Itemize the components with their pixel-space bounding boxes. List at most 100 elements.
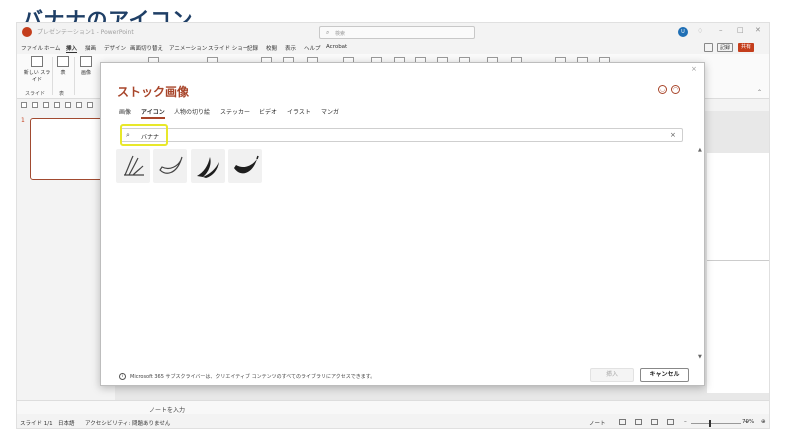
toolbar-icon[interactable] [65, 102, 71, 108]
info-icon: i [119, 373, 126, 380]
menu-help[interactable]: ヘルプ [304, 44, 321, 52]
slide-counter: スライド 1/1 [20, 421, 53, 427]
clear-search-icon[interactable]: × [670, 131, 676, 139]
notes-toggle[interactable]: ノート [589, 419, 606, 427]
zoom-slider-handle[interactable] [709, 420, 711, 427]
search-input[interactable]: ⌕ 検索 [319, 26, 475, 39]
tab-stickers[interactable]: ステッカー [220, 107, 250, 116]
lightbulb-icon[interactable]: ♢ [697, 27, 703, 35]
selected-tab-indicator [141, 117, 165, 119]
image-icon [80, 56, 92, 67]
toolbar-icon[interactable] [43, 102, 49, 108]
result-banana-outline-1[interactable] [116, 149, 150, 183]
smile-feedback-icon[interactable]: ◡ [658, 85, 667, 94]
table-label: 表 [60, 70, 66, 76]
scroll-up-arrow-icon[interactable]: ▲ [698, 147, 702, 153]
avatar[interactable]: U [678, 27, 688, 37]
new-slide-label: 新しい スライド [23, 70, 51, 83]
tab-illustrations[interactable]: イラスト [287, 107, 311, 116]
tab-manga[interactable]: マンガ [321, 107, 339, 116]
table-icon [57, 56, 69, 67]
toolbar-icon[interactable] [21, 102, 27, 108]
new-slide-icon [31, 56, 43, 67]
banana-outline-icon [124, 155, 144, 176]
ribbon-group-table: 表 [59, 91, 65, 97]
frown-feedback-icon[interactable]: ◠ [671, 85, 680, 94]
zoom-out-button[interactable]: – [684, 419, 687, 425]
menu-acrobat[interactable]: Acrobat [326, 44, 347, 50]
toolbar-icon[interactable] [32, 102, 38, 108]
share-button[interactable]: 共有 [738, 43, 755, 52]
image-button[interactable]: 画像 [77, 56, 95, 76]
slide-canvas[interactable] [707, 153, 769, 393]
slide-guide-line [707, 260, 769, 261]
banana-bunch-filled-icon [197, 157, 219, 178]
search-placeholder: 検索 [335, 31, 346, 37]
result-banana-filled[interactable] [228, 149, 262, 183]
slideshow-view-icon[interactable] [667, 419, 674, 425]
menu-transitions[interactable]: 画面切り替え [130, 44, 163, 52]
scroll-down-arrow-icon[interactable]: ▼ [698, 354, 702, 360]
title-bar: プレゼンテーション1 - PowerPoint ⌕ 検索 U ♢ – □ ✕ [17, 23, 769, 41]
menu-record[interactable]: 記録 [247, 44, 258, 52]
slide-sorter-icon[interactable] [635, 419, 642, 425]
maximize-button[interactable]: □ [737, 26, 744, 34]
zoom-level[interactable]: 79% [742, 419, 754, 425]
cancel-button[interactable]: キャンセル [640, 368, 689, 382]
notes-pane[interactable]: ノートを入力 [17, 400, 769, 414]
slide-number: 1 [21, 117, 25, 124]
menu-home[interactable]: ホーム [44, 44, 60, 52]
normal-view-icon[interactable] [619, 419, 626, 425]
slide-thumbnail[interactable] [30, 118, 108, 180]
ribbon-divider [74, 57, 75, 95]
toolbar-icon[interactable] [76, 102, 82, 108]
menu-view[interactable]: 表示 [285, 44, 296, 52]
subscriber-info: i Microsoft 365 サブスクライバーは、クリエイティブ コンテンツのす… [119, 373, 375, 380]
search-highlight-box [120, 124, 168, 146]
document-title: プレゼンテーション1 - PowerPoint [37, 29, 134, 36]
stock-search-input[interactable]: ⌕ バナナ × [120, 128, 683, 142]
menu-file[interactable]: ファイル [21, 44, 43, 52]
image-label: 画像 [80, 70, 91, 76]
toolbar-icon[interactable] [87, 102, 93, 108]
menu-design[interactable]: デザイン [104, 44, 126, 52]
search-icon: ⌕ [326, 29, 330, 36]
fit-to-window-icon[interactable]: ⊕ [761, 419, 766, 425]
close-icon[interactable]: × [691, 65, 697, 73]
stock-images-dialog: × ストック画像 ◡ ◠ 画像 アイコン 人物の切り絵 ステッカー ビデオ イラ… [100, 62, 705, 386]
banana-outline-icon [159, 156, 183, 174]
insert-button[interactable]: 挿入 [590, 368, 634, 382]
reading-view-icon[interactable] [651, 419, 658, 425]
menu-slideshow[interactable]: スライド ショー [208, 44, 248, 52]
chevron-up-icon[interactable]: ⌃ [757, 89, 762, 96]
comment-icon[interactable] [704, 43, 713, 52]
zoom-slider[interactable] [691, 423, 741, 424]
record-button[interactable]: 記録 [717, 43, 734, 52]
table-button[interactable]: 表 [55, 56, 71, 76]
dialog-title: ストック画像 [117, 85, 190, 99]
tab-icons[interactable]: アイコン [141, 107, 165, 116]
menu-animations[interactable]: アニメーション [169, 44, 207, 52]
ribbon-divider [52, 57, 53, 95]
status-bar: スライド 1/1 日本語 アクセシビリティ: 問題ありません ノート – + 7… [17, 415, 769, 428]
powerpoint-logo-icon [22, 27, 32, 37]
minimize-button[interactable]: – [719, 26, 723, 34]
result-banana-outline-2[interactable] [153, 149, 187, 183]
notes-placeholder: ノートを入力 [149, 407, 186, 414]
menu-review[interactable]: 校閲 [266, 44, 277, 52]
tab-cutout-people[interactable]: 人物の切り絵 [174, 107, 210, 116]
banana-filled-icon [234, 155, 259, 174]
result-banana-bunch-filled[interactable] [191, 149, 225, 183]
tab-images[interactable]: 画像 [119, 107, 131, 116]
ribbon-group-slides: スライド [25, 91, 46, 97]
subscriber-info-text: Microsoft 365 サブスクライバーは、クリエイティブ コンテンツのすべ… [130, 374, 376, 380]
language-indicator[interactable]: 日本語 [58, 419, 75, 427]
tab-videos[interactable]: ビデオ [259, 107, 277, 116]
toolbar-icon[interactable] [54, 102, 60, 108]
menu-bar: ファイル ホーム 挿入 描画 デザイン 画面切り替え アニメーション スライド … [17, 42, 769, 54]
accessibility-status[interactable]: アクセシビリティ: 問題ありません [85, 419, 170, 427]
menu-draw[interactable]: 描画 [85, 44, 96, 52]
new-slide-button[interactable]: 新しい スライド [23, 56, 51, 83]
close-window-button[interactable]: ✕ [755, 26, 761, 34]
menu-insert[interactable]: 挿入 [66, 44, 78, 53]
